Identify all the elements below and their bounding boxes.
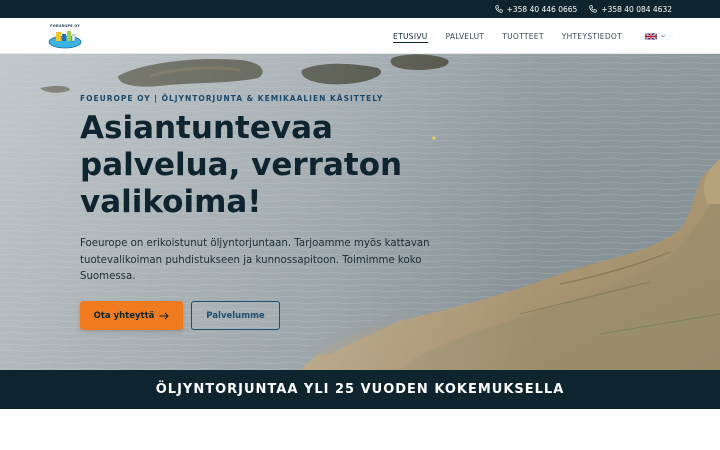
contact-us-label: Ota yhteyttä [93,310,155,321]
arrow-right-icon [159,312,170,319]
phone-number-1: +358 40 446 0665 [506,4,578,14]
phone-link-2[interactable]: +358 40 084 4632 [589,5,672,14]
nav-item-tuotteet[interactable]: TUOTTEET [493,18,552,54]
banner-text: ÖLJYNTORJUNTAA YLI 25 VUODEN KOKEMUKSELL… [155,382,565,397]
main-nav: ETUSIVU PALVELUT TUOTTEET YHTEYSTIEDOT [384,18,666,54]
phone-icon [494,5,503,13]
contact-us-button[interactable]: Ota yhteyttä [80,301,183,330]
hero-headline-line-1: Asiantuntevaa [80,110,333,146]
hero-section: FOEUROPE OY | ÖLJYNTORJUNTA & KEMIKAALIE… [0,54,720,370]
our-services-button[interactable]: Palvelumme [191,301,280,330]
phone-number-2: +358 40 084 4632 [601,4,672,14]
chevron-down-icon [660,34,666,38]
phone-icon [589,5,597,13]
hero-eyebrow: FOEUROPE OY | ÖLJYNTORJUNTA & KEMIKAALIE… [80,94,384,103]
hero-lead-text: Foeurope on erikoistunut öljyntorjuntaan… [80,238,430,282]
phone-link-1[interactable]: +358 40 446 0665 [494,4,578,14]
nav-item-yhteystiedot[interactable]: YHTEYSTIEDOT [553,18,631,54]
uk-flag-icon [645,32,657,40]
language-selector[interactable] [631,18,666,54]
logo-graphic [48,31,82,49]
nav-item-palvelut[interactable]: PALVELUT [437,18,494,54]
hero-headline-line-2: palvelua, verraton [80,147,403,183]
hero-headline-line-3: valikoima! [80,184,262,220]
top-contact-bar: +358 40 446 0665 +358 40 084 4632 [0,0,720,18]
site-header: FOEUROPE OY ETUSIVU PALVELUT TUOTTEET YH… [0,18,720,54]
company-logo[interactable]: FOEUROPE OY [48,24,82,49]
nav-item-etusivu[interactable]: ETUSIVU [384,18,437,54]
experience-banner: ÖLJYNTORJUNTAA YLI 25 VUODEN KOKEMUKSELL… [0,370,720,409]
hero-headline: Asiantuntevaa palvelua, verraton valikoi… [80,110,440,221]
